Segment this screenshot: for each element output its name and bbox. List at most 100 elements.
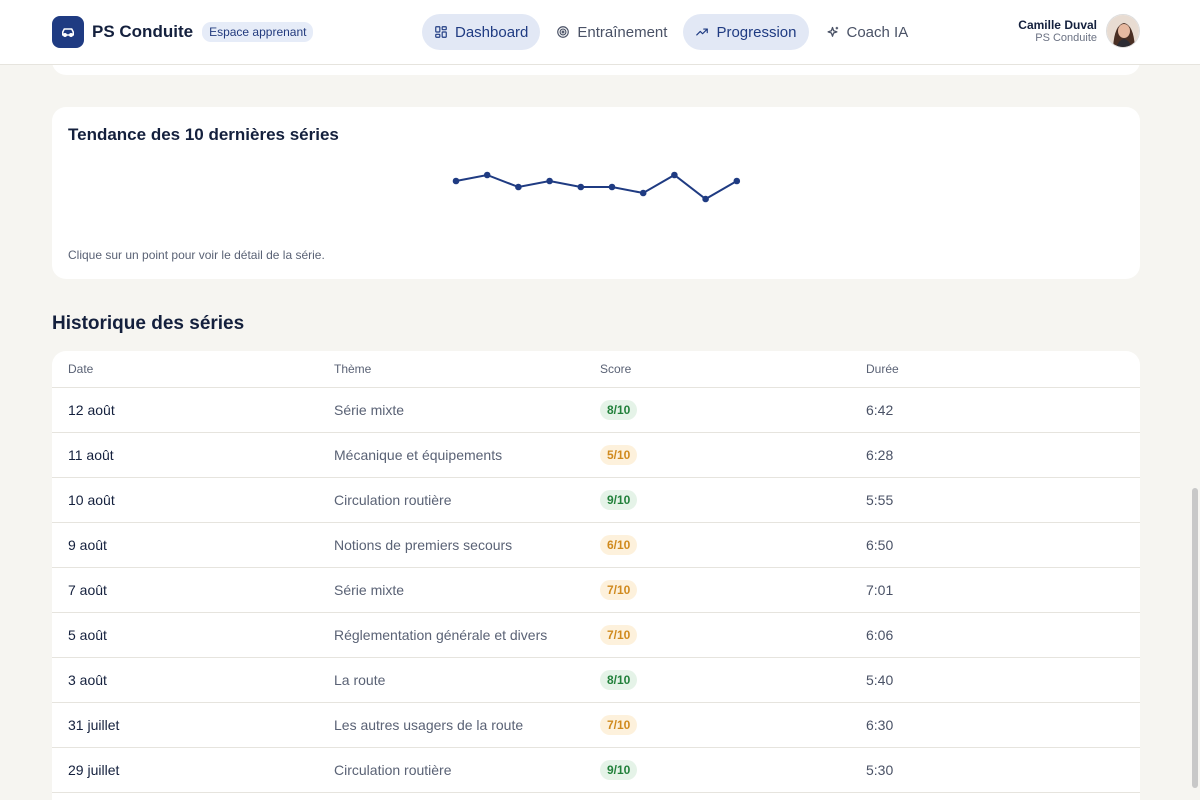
history-title: Historique des séries: [52, 313, 245, 334]
row-date: 7 août: [68, 582, 107, 598]
row-duration: 6:28: [866, 447, 894, 463]
nav-coach-ia[interactable]: Coach IA: [813, 14, 921, 50]
score-badge: 7/10: [600, 715, 638, 735]
top-navigation-bar: PS Conduite Espace apprenant Dashboard E…: [0, 0, 1200, 65]
table-row[interactable]: 11 août Mécanique et équipements 5/10 6:28: [52, 433, 1140, 478]
column-header-date[interactable]: Date: [68, 362, 93, 376]
score-badge: 7/10: [600, 580, 638, 600]
row-score: 9/10: [600, 490, 638, 510]
table-row[interactable]: 10 août Circulation routière 9/10 5:55: [52, 478, 1140, 523]
row-theme: Circulation routière: [334, 762, 452, 778]
column-header-duration[interactable]: Durée: [866, 362, 899, 376]
row-score: 7/10: [600, 625, 638, 645]
row-theme: Réglementation générale et divers: [334, 627, 548, 643]
score-badge: 7/10: [600, 625, 638, 645]
row-date: 5 août: [68, 627, 107, 643]
row-duration: 6:30: [866, 717, 894, 733]
table-row[interactable]: 12 août Série mixte 8/10 6:42: [52, 388, 1140, 433]
data-point-10[interactable]: [733, 177, 741, 185]
row-score: 9/10: [600, 760, 638, 780]
data-point-2[interactable]: [483, 171, 491, 179]
nav-progression-label: Progression: [716, 23, 797, 41]
data-point-9[interactable]: [702, 195, 709, 203]
row-theme: Les autres usagers de la route: [334, 717, 524, 733]
row-date: 29 juillet: [68, 762, 120, 778]
score-badge: 8/10: [600, 670, 638, 690]
row-score: 7/10: [600, 580, 638, 600]
table-row[interactable]: 7 août Série mixte 7/10 7:01: [52, 568, 1140, 613]
trend-chart: [452, 171, 741, 203]
nav-dashboard-label: Dashboard: [455, 23, 529, 41]
data-point-7[interactable]: [639, 189, 647, 197]
trend-card: Tendance des 10 dernières séries Clique …: [52, 107, 1140, 279]
row-theme: La route: [334, 672, 386, 688]
car-icon: [52, 16, 84, 48]
table-body: 12 août Série mixte 8/10 6:42 11 août Mécaniq…: [52, 388, 1140, 793]
row-score: 5/10: [600, 445, 638, 465]
data-point-5[interactable]: [577, 183, 585, 191]
row-score: 8/10: [600, 400, 638, 420]
table-row[interactable]: 5 août Réglementation générale et divers 7…: [52, 613, 1140, 658]
scrollbar[interactable]: [1190, 65, 1200, 800]
space-badge: Espace apprenant: [202, 22, 314, 42]
data-point-8[interactable]: [671, 171, 678, 179]
row-date: 9 août: [68, 537, 107, 553]
nav-entrainement[interactable]: Entraînement: [544, 14, 679, 50]
row-date: 11 août: [68, 447, 114, 463]
score-badge: 9/10: [600, 760, 638, 780]
target-icon: [557, 26, 570, 38]
table-row[interactable]: 31 juillet Les autres usagers de la route…: [52, 703, 1140, 748]
row-duration: 6:42: [866, 402, 894, 418]
column-header-theme[interactable]: Thème: [334, 362, 371, 376]
data-point-3[interactable]: [515, 183, 522, 191]
score-badge: 5/10: [600, 445, 638, 465]
row-duration: 6:50: [866, 537, 894, 553]
row-date: 12 août: [68, 402, 115, 418]
row-date: 3 août: [68, 672, 107, 688]
avatar[interactable]: [1106, 14, 1140, 48]
score-badge: 9/10: [600, 490, 638, 510]
row-duration: 5:55: [866, 492, 894, 508]
row-duration: 6:06: [866, 627, 894, 643]
data-point-1[interactable]: [452, 177, 460, 185]
trend-hint: Clique sur un point pour voir le détail …: [68, 248, 325, 262]
row-score: 6/10: [600, 535, 638, 555]
trend-icon: [696, 28, 709, 36]
row-theme: Notions de premiers secours: [334, 537, 513, 553]
column-header-score[interactable]: Score: [600, 362, 631, 376]
dashboard-icon: [435, 26, 447, 38]
row-theme: Série mixte: [334, 582, 405, 598]
user-menu[interactable]: Camille Duval PS Conduite: [1018, 14, 1140, 48]
score-badge: 6/10: [600, 535, 638, 555]
sparkle-icon: [827, 26, 838, 37]
score-badge: 8/10: [600, 400, 638, 420]
scrollbar-thumb[interactable]: [1192, 488, 1198, 788]
brand[interactable]: PS Conduite Espace apprenant: [52, 16, 314, 48]
table-header: Date Thème Score Durée: [52, 351, 1140, 388]
row-date: 31 juillet: [68, 717, 120, 733]
series-line: [455, 173, 738, 201]
row-theme: Circulation routière: [334, 492, 452, 508]
user-name: Camille Duval: [1018, 17, 1097, 32]
nav-coach-ia-label: Coach IA: [846, 23, 909, 41]
nav-dashboard[interactable]: Dashboard: [422, 14, 541, 50]
row-theme: Série mixte: [334, 402, 405, 418]
row-duration: 5:40: [866, 672, 894, 688]
row-date: 10 août: [68, 492, 115, 508]
data-point-6[interactable]: [608, 183, 616, 191]
row-score: 7/10: [600, 715, 638, 735]
brand-name: PS Conduite: [92, 22, 194, 41]
row-duration: 5:30: [866, 762, 894, 778]
table-row[interactable]: 9 août Notions de premiers secours 6/10 6:5…: [52, 523, 1140, 568]
main-nav: Dashboard Entraînement Progression Coach…: [422, 14, 924, 50]
row-score: 8/10: [600, 670, 638, 690]
row-theme: Mécanique et équipements: [334, 447, 503, 463]
nav-entrainement-label: Entraînement: [577, 23, 668, 41]
user-org: PS Conduite: [1035, 31, 1097, 44]
table-row[interactable]: 3 août La route 8/10 5:40: [52, 658, 1140, 703]
nav-progression[interactable]: Progression: [683, 14, 809, 50]
table-row[interactable]: 29 juillet Circulation routière 9/10 5:30: [52, 748, 1140, 793]
user-info: Camille Duval PS Conduite: [1018, 18, 1097, 45]
data-point-4[interactable]: [546, 177, 553, 185]
history-table: Date Thème Score Durée 12 août Série mixt…: [52, 351, 1140, 800]
